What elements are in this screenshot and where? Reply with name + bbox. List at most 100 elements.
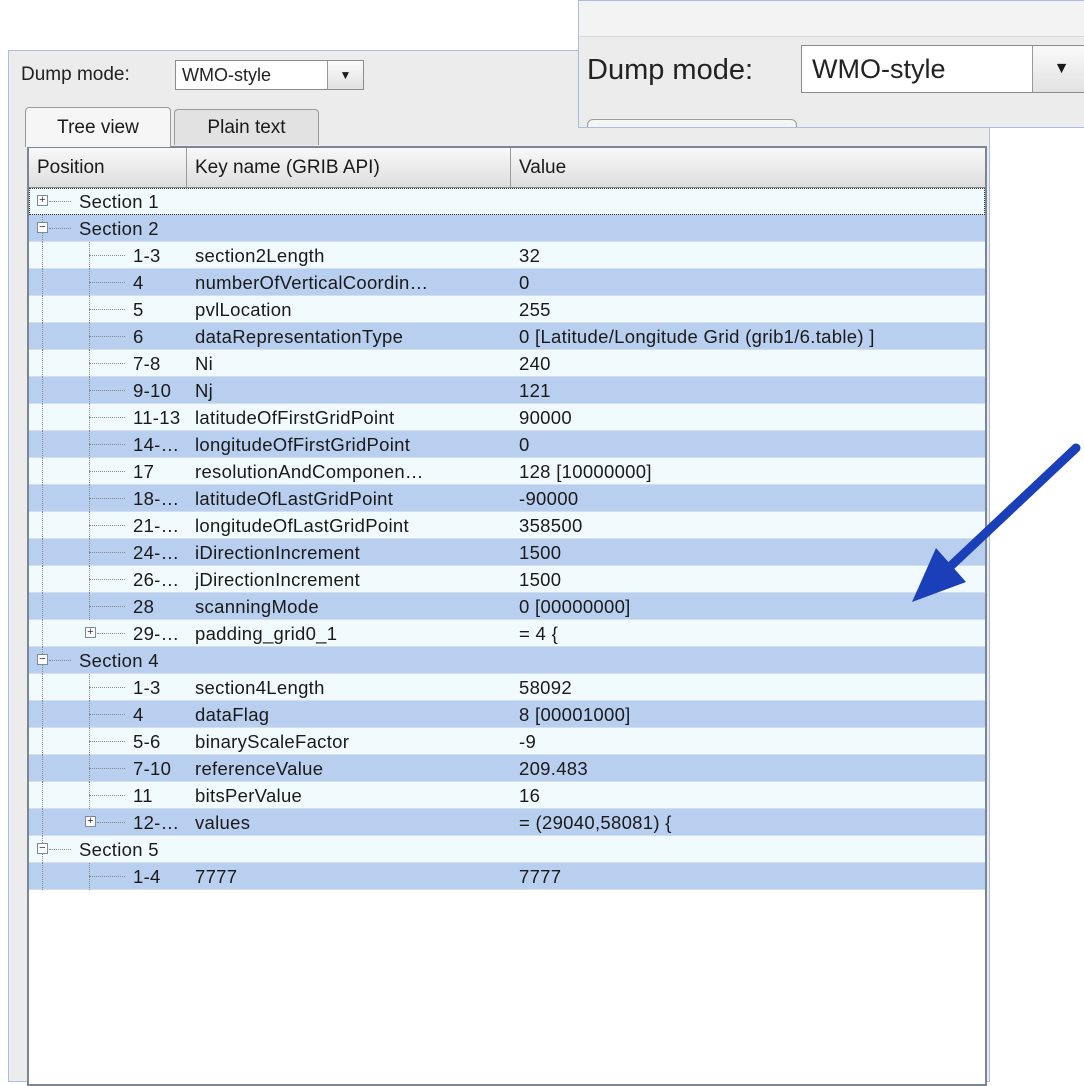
value-cell: = 4 {	[519, 623, 559, 644]
value-cell	[519, 188, 985, 215]
position-cell: 7-10	[29, 755, 187, 782]
tree-connector-line	[89, 525, 125, 526]
chevron-down-icon[interactable]: ▼	[1032, 46, 1084, 92]
zoom-top-bar	[579, 1, 1084, 37]
value-cell	[519, 647, 985, 674]
position-text: 1-3	[133, 245, 161, 266]
position-text: 11-13	[133, 407, 181, 428]
tree-connector-line	[49, 228, 71, 229]
table-row[interactable]: 1-3 section4Length 58092	[29, 674, 985, 701]
table-row[interactable]: 5-6 binaryScaleFactor -9	[29, 728, 985, 755]
dump-mode-select[interactable]: WMO-style ▼	[175, 60, 364, 90]
position-cell: 4	[29, 269, 187, 296]
column-header-position[interactable]: Position	[29, 148, 187, 187]
table-row[interactable]: 28 scanningMode 0 [00000000]	[29, 593, 985, 620]
tree-connector-line	[89, 255, 125, 256]
tree-section-row[interactable]: − Section 4	[29, 647, 985, 674]
column-header-value[interactable]: Value	[511, 148, 985, 187]
value-cell: 0 [Latitude/Longitude Grid (grib1/6.tabl…	[519, 326, 875, 347]
position-text: 21-…	[133, 515, 180, 536]
table-row[interactable]: 18-… latitudeOfLastGridPoint -90000	[29, 485, 985, 512]
tree-section-row[interactable]: − Section 2	[29, 215, 985, 242]
position-text: 7-8	[133, 353, 161, 374]
tree-guide-line	[42, 701, 43, 728]
position-text: 14-…	[133, 434, 180, 455]
position-text: Section 2	[79, 218, 159, 239]
key-name-cell: bitsPerValue	[195, 785, 303, 806]
chevron-down-icon[interactable]: ▼	[327, 61, 363, 89]
value-cell: 1500	[519, 542, 562, 563]
zoom-dump-mode-select[interactable]: WMO-style ▼	[801, 45, 1084, 93]
tree-connector-line	[89, 876, 125, 877]
key-name-cell	[195, 836, 505, 863]
position-cell: 11-13	[29, 404, 187, 431]
tree-guide-line	[42, 809, 43, 836]
position-text: Section 1	[79, 191, 159, 212]
tree-connector-line	[89, 498, 125, 499]
tree-connector-line	[89, 309, 125, 310]
tree-guide-line	[42, 242, 43, 269]
value-cell: 255	[519, 299, 551, 320]
table-row[interactable]: 21-… longitudeOfLastGridPoint 358500	[29, 512, 985, 539]
tree-table[interactable]: Position Key name (GRIB API) Value + Sect…	[27, 146, 987, 1086]
table-row[interactable]: 5 pvlLocation 255	[29, 296, 985, 323]
tree-connector-line	[97, 822, 125, 823]
table-row[interactable]: 4 dataFlag 8 [00001000]	[29, 701, 985, 728]
tab-tree-view[interactable]: Tree view	[25, 107, 171, 147]
tree-connector-line	[89, 417, 125, 418]
table-row[interactable]: 1-4 7777 7777	[29, 863, 985, 890]
position-text: 1-4	[133, 866, 161, 887]
table-row[interactable]: 9-10 Nj 121	[29, 377, 985, 404]
key-name-cell: longitudeOfLastGridPoint	[195, 515, 409, 536]
position-text: 4	[133, 272, 144, 293]
plus-box-icon[interactable]: +	[37, 195, 48, 206]
key-name-cell: pvlLocation	[195, 299, 292, 320]
position-text: 1-3	[133, 677, 161, 698]
value-cell: 1500	[519, 569, 562, 590]
position-text: 17	[133, 461, 155, 482]
dump-mode-label: Dump mode:	[21, 64, 130, 85]
minus-box-icon[interactable]: −	[37, 222, 48, 233]
tree-section-row[interactable]: + Section 1	[29, 188, 985, 215]
value-cell: 58092	[519, 677, 572, 698]
value-cell: 8 [00001000]	[519, 704, 631, 725]
position-text: 6	[133, 326, 144, 347]
value-cell: 0	[519, 272, 530, 293]
table-row[interactable]: +29-… padding_grid0_1 = 4 {	[29, 620, 985, 647]
value-cell: 0 [00000000]	[519, 596, 631, 617]
tab-plain-text[interactable]: Plain text	[174, 109, 319, 145]
value-cell: 121	[519, 380, 551, 401]
tree-guide-line	[42, 512, 43, 539]
table-row[interactable]: 24-… iDirectionIncrement 1500	[29, 539, 985, 566]
table-row[interactable]: 26-… jDirectionIncrement 1500	[29, 566, 985, 593]
minus-box-icon[interactable]: −	[37, 654, 48, 665]
table-row[interactable]: 7-8 Ni 240	[29, 350, 985, 377]
table-row[interactable]: 4 numberOfVerticalCoordin… 0	[29, 269, 985, 296]
tree-connector-line	[89, 336, 125, 337]
table-row[interactable]: 6 dataRepresentationType 0 [Latitude/Longi…	[29, 323, 985, 350]
table-row[interactable]: 14-… longitudeOfFirstGridPoint 0	[29, 431, 985, 458]
position-cell: +29-…	[29, 620, 187, 647]
column-header-key-name[interactable]: Key name (GRIB API)	[187, 148, 511, 187]
key-name-cell: referenceValue	[195, 758, 324, 779]
table-row[interactable]: 11-13 latitudeOfFirstGridPoint 90000	[29, 404, 985, 431]
tree-guide-line	[42, 539, 43, 566]
tree-guide-line	[42, 458, 43, 485]
minus-box-icon[interactable]: −	[37, 843, 48, 854]
table-row[interactable]: 17 resolutionAndComponen… 128 [10000000]	[29, 458, 985, 485]
table-row[interactable]: +12-… values = (29040,58081) {	[29, 809, 985, 836]
value-cell: 32	[519, 245, 541, 266]
plus-box-icon[interactable]: +	[85, 627, 96, 638]
table-row[interactable]: 1-3 section2Length 32	[29, 242, 985, 269]
position-text: 7-10	[133, 758, 172, 779]
table-row[interactable]: 11 bitsPerValue 16	[29, 782, 985, 809]
tree-guide-line	[42, 296, 43, 323]
position-cell: − Section 2	[29, 215, 187, 242]
value-cell	[519, 215, 985, 242]
table-row[interactable]: 7-10 referenceValue 209.483	[29, 755, 985, 782]
tree-section-row[interactable]: − Section 5	[29, 836, 985, 863]
plus-box-icon[interactable]: +	[85, 816, 96, 827]
table-header: Position Key name (GRIB API) Value	[29, 148, 985, 188]
key-name-cell: dataFlag	[195, 704, 270, 725]
tree-guide-line	[42, 620, 43, 647]
